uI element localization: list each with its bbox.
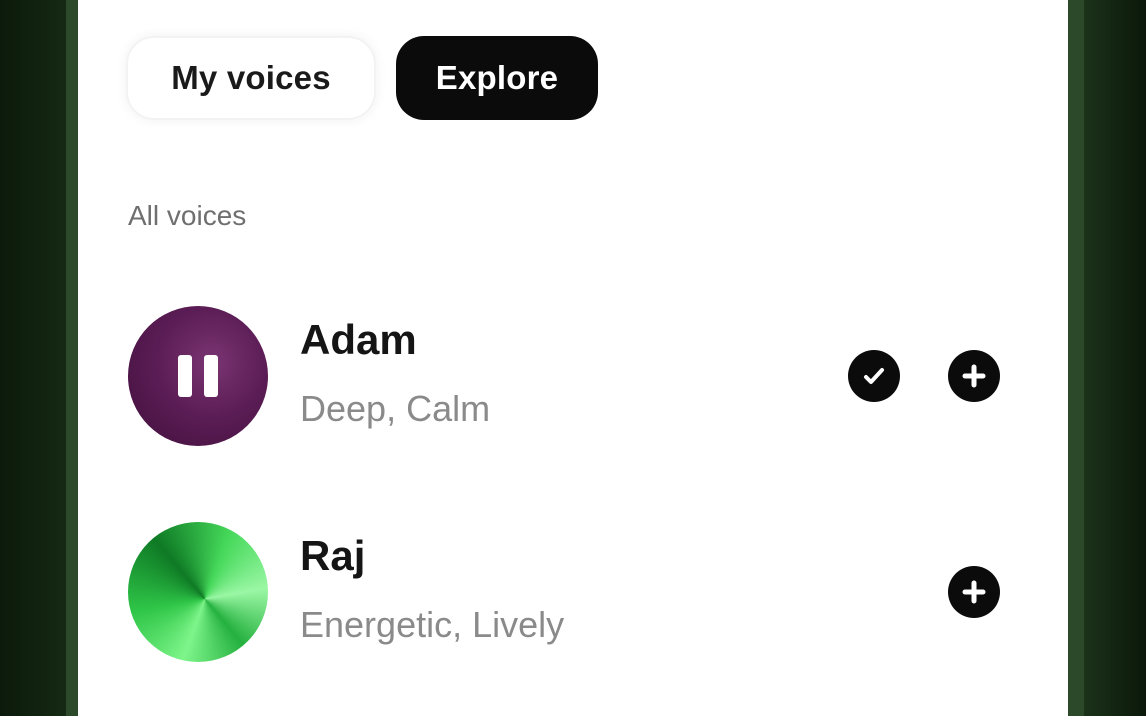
voice-description: Energetic, Lively bbox=[300, 604, 565, 645]
voice-name: Adam bbox=[300, 316, 417, 363]
check-icon[interactable] bbox=[848, 350, 900, 402]
pause-icon[interactable] bbox=[178, 355, 218, 397]
voice-avatar[interactable] bbox=[128, 522, 268, 662]
voice-name: Raj bbox=[300, 532, 366, 579]
add-icon[interactable] bbox=[948, 566, 1000, 618]
voice-list-item[interactable]: Adam Deep, Calm bbox=[128, 306, 1008, 446]
voice-tabs: My voices Explore bbox=[126, 36, 598, 120]
tab-explore[interactable]: Explore bbox=[396, 36, 598, 120]
tab-my-voices[interactable]: My voices bbox=[126, 36, 376, 120]
voice-avatar-playing[interactable] bbox=[128, 306, 268, 446]
voice-description: Deep, Calm bbox=[300, 388, 491, 429]
add-icon[interactable] bbox=[948, 350, 1000, 402]
app-screen: My voices Explore All voices Adam Deep, … bbox=[78, 0, 1068, 716]
voice-list-item[interactable]: Raj Energetic, Lively bbox=[128, 522, 1008, 662]
section-heading: All voices bbox=[128, 200, 247, 231]
